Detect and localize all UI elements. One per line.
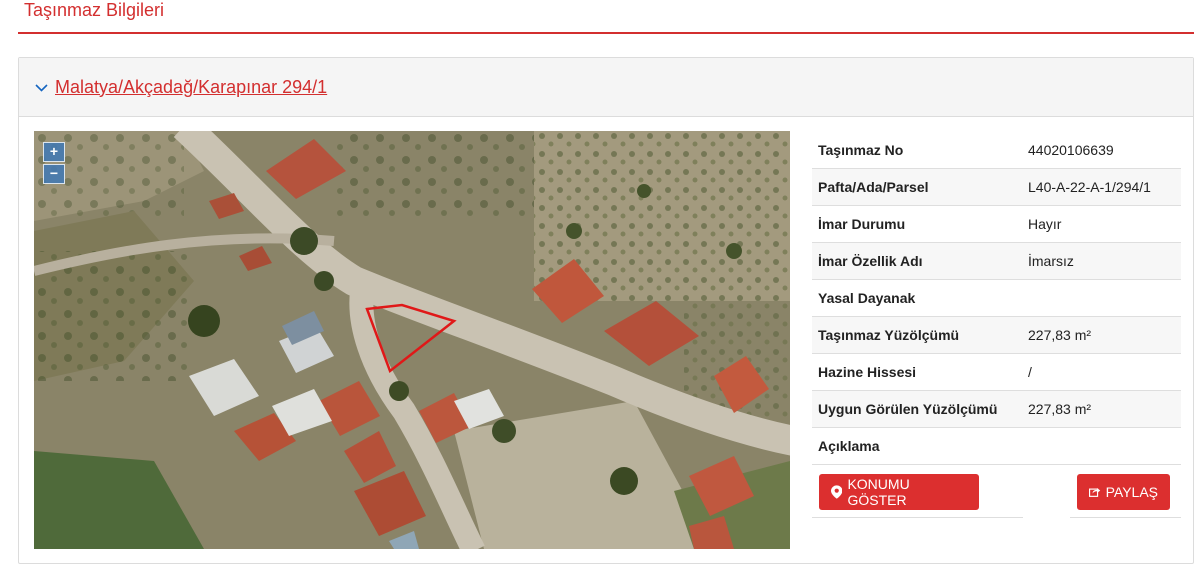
title-divider	[18, 32, 1194, 34]
table-row: Açıklama	[812, 427, 1181, 465]
show-location-label: KONUMU GÖSTER	[847, 476, 910, 508]
table-row: İmar Özellik Adı İmarsız	[812, 242, 1181, 280]
table-row: İmar Durumu Hayır	[812, 205, 1181, 243]
table-row: Uygun Görülen Yüzölçümü 227,83 m²	[812, 390, 1181, 428]
zoom-out-button[interactable]: −	[43, 164, 65, 184]
table-row: Taşınmaz No 44020106639	[812, 132, 1181, 169]
table-row: Pafta/Ada/Parsel L40-A-22-A-1/294/1	[812, 168, 1181, 206]
divider	[812, 517, 1023, 518]
row-label: Taşınmaz No	[812, 132, 1022, 169]
table-row: Hazine Hissesi /	[812, 353, 1181, 391]
row-value: /	[1022, 353, 1181, 391]
row-label: Pafta/Ada/Parsel	[812, 168, 1022, 206]
row-label: İmar Özellik Adı	[812, 242, 1022, 280]
row-label: Uygun Görülen Yüzölçümü	[812, 390, 1022, 428]
row-value	[1022, 427, 1181, 465]
zoom-in-button[interactable]: +	[43, 142, 65, 162]
panel-header[interactable]: Malatya/Akçadağ/Karapınar 294/1	[19, 58, 1193, 117]
row-value: İmarsız	[1022, 242, 1181, 280]
share-label: PAYLAŞ	[1105, 484, 1158, 500]
row-value: 227,83 m²	[1022, 390, 1181, 428]
row-value: 44020106639	[1022, 132, 1181, 169]
table-row: Taşınmaz Yüzölçümü 227,83 m²	[812, 316, 1181, 354]
property-location-link[interactable]: Malatya/Akçadağ/Karapınar 294/1	[55, 77, 327, 98]
table-row: Yasal Dayanak	[812, 279, 1181, 317]
row-label: Taşınmaz Yüzölçümü	[812, 316, 1022, 354]
share-icon	[1089, 488, 1101, 497]
action-bar: KONUMU GÖSTER PAYLAŞ	[812, 467, 1181, 518]
property-panel: Malatya/Akçadağ/Karapınar 294/1 + − Taşı…	[18, 57, 1194, 564]
row-value: L40-A-22-A-1/294/1	[1022, 168, 1181, 206]
row-label: Hazine Hissesi	[812, 353, 1022, 391]
property-info-table: Taşınmaz No 44020106639 Pafta/Ada/Parsel…	[812, 132, 1181, 465]
share-button[interactable]: PAYLAŞ	[1077, 474, 1170, 510]
show-location-button[interactable]: KONUMU GÖSTER	[819, 474, 979, 510]
chevron-down-icon[interactable]	[33, 80, 49, 96]
page-title: Taşınmaz Bilgileri	[24, 0, 165, 20]
row-value: Hayır	[1022, 205, 1181, 243]
zoom-controls: + −	[43, 142, 65, 184]
row-value: 227,83 m²	[1022, 316, 1181, 354]
row-label: İmar Durumu	[812, 205, 1022, 243]
map-marker-icon	[831, 485, 843, 499]
divider	[1070, 517, 1181, 518]
row-label: Yasal Dayanak	[812, 279, 1022, 317]
map-imagery	[34, 131, 790, 549]
row-value	[1022, 279, 1181, 317]
satellite-map[interactable]: + −	[34, 131, 790, 549]
row-label: Açıklama	[812, 427, 1022, 465]
